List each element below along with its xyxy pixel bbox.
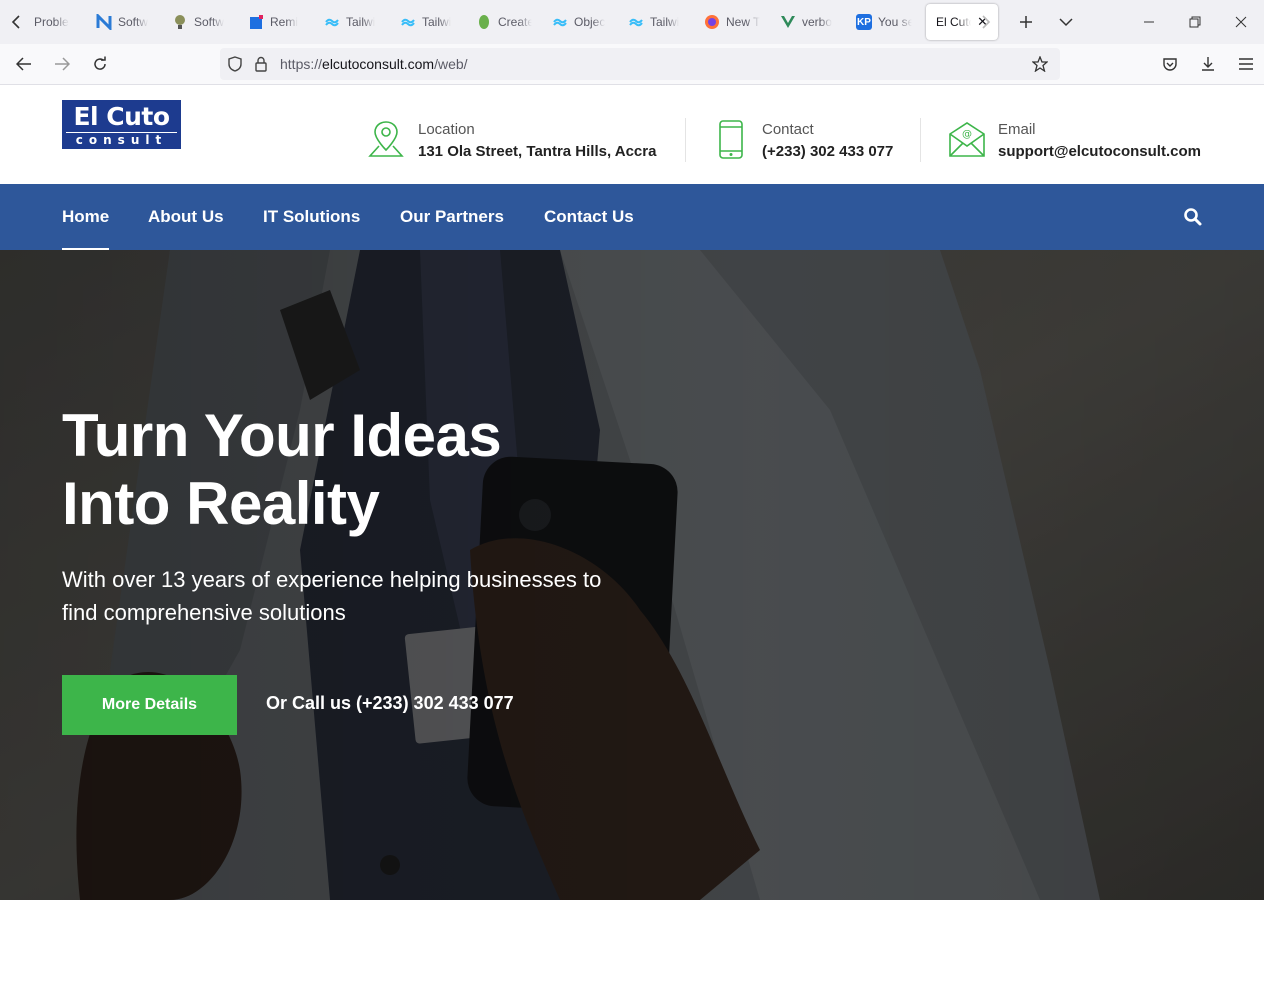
browser-tab[interactable]: Objec — [542, 4, 618, 40]
tab-label: Create — [498, 15, 532, 29]
more-details-button[interactable]: More Details — [62, 675, 237, 735]
hero-section: Turn Your Ideas Into Reality With over 1… — [0, 250, 1264, 900]
tailwind-icon — [400, 14, 416, 30]
email-value[interactable]: support@elcutoconsult.com — [998, 143, 1201, 160]
main-navigation: Home About Us IT Solutions Our Partners … — [0, 184, 1264, 250]
lock-icon[interactable] — [248, 48, 274, 80]
email-info: @ Email support@elcutoconsult.com — [948, 120, 1208, 162]
browser-tab[interactable]: Create — [466, 4, 542, 40]
location-info: Location 131 Ola Street, Tantra Hills, A… — [368, 120, 668, 162]
leaf-icon — [476, 14, 492, 30]
nav-item-contact-us[interactable]: Contact Us — [544, 184, 634, 250]
tab-label: Softw — [118, 15, 149, 29]
location-value: 131 Ola Street, Tantra Hills, Accra — [418, 143, 657, 160]
forward-button[interactable] — [44, 48, 80, 80]
tab-scroll-left-button[interactable] — [0, 0, 32, 44]
email-label: Email — [998, 121, 1036, 138]
reminder-icon — [248, 14, 264, 30]
browser-tab[interactable]: Tailwi — [618, 4, 694, 40]
url-text: https://elcutoconsult.com/web/ — [280, 56, 468, 72]
browser-tab[interactable]: New T — [694, 4, 770, 40]
tab-label: verbo — [802, 15, 833, 29]
tab-label: New T — [726, 15, 760, 29]
browser-tab[interactable]: Softw — [86, 4, 162, 40]
location-label: Location — [418, 121, 475, 138]
browser-toolbar: https://elcutoconsult.com/web/ — [0, 44, 1264, 85]
kp-icon: KP — [856, 14, 872, 30]
hero-title-line: Turn Your Ideas — [62, 402, 502, 469]
tab-label: You se — [878, 15, 912, 29]
hero-subtitle: With over 13 years of experience helping… — [62, 567, 602, 625]
vue-icon — [780, 14, 796, 30]
site-header: El Cuto consult Location 131 Ola Street,… — [0, 85, 1264, 184]
browser-tab[interactable]: Softw — [162, 4, 238, 40]
bookmark-star-icon[interactable] — [1026, 48, 1054, 80]
tab-label: Tailwi — [422, 15, 452, 29]
browser-tab-bar: Proble Softw Softw Remi Tailwi Tailwi Cr… — [0, 0, 1264, 44]
url-prefix: https:// — [280, 56, 323, 72]
app-menu-icon[interactable] — [1228, 48, 1264, 80]
tab-label: Objec — [574, 15, 606, 29]
n-logo-icon — [96, 14, 112, 30]
contact-value: (+233) 302 433 077 — [762, 143, 894, 160]
bulb-icon — [172, 14, 188, 30]
logo-text-top: El Cuto — [73, 102, 170, 131]
tab-scroll-right-button[interactable] — [966, 0, 1006, 44]
email-envelope-icon: @ — [949, 122, 985, 157]
nav-item-about-us[interactable]: About Us — [148, 184, 224, 250]
tab-label: Remi — [270, 15, 299, 29]
location-pin-icon — [368, 121, 404, 157]
browser-tab[interactable]: Proble — [32, 4, 86, 40]
firefox-icon — [704, 14, 720, 30]
search-icon[interactable] — [1183, 207, 1203, 227]
browser-tab[interactable]: Remi — [238, 4, 314, 40]
phone-icon — [719, 120, 743, 159]
downloads-icon[interactable] — [1190, 48, 1226, 80]
nav-item-our-partners[interactable]: Our Partners — [400, 184, 504, 250]
contact-label: Contact — [762, 121, 814, 138]
browser-tab[interactable]: Tailwi — [390, 4, 466, 40]
restore-window-button[interactable] — [1172, 0, 1218, 44]
contact-info: Contact (+233) 302 433 077 — [718, 120, 908, 162]
new-tab-button[interactable] — [1006, 0, 1046, 44]
minimize-window-button[interactable] — [1126, 0, 1172, 44]
header-divider — [920, 118, 921, 162]
tailwind-icon — [552, 14, 568, 30]
tailwind-icon — [628, 14, 644, 30]
back-button[interactable] — [6, 48, 42, 80]
nav-item-it-solutions[interactable]: IT Solutions — [263, 184, 360, 250]
tab-label: Tailwi — [650, 15, 680, 29]
header-divider — [685, 118, 686, 162]
url-path: /web/ — [434, 56, 468, 72]
url-bar[interactable]: https://elcutoconsult.com/web/ — [220, 48, 1060, 80]
tab-label: Tailwi — [346, 15, 376, 29]
tab-label: Proble — [34, 15, 69, 29]
reload-button[interactable] — [82, 48, 118, 80]
browser-tab[interactable]: Tailwi — [314, 4, 390, 40]
pocket-icon[interactable] — [1152, 48, 1188, 80]
browser-tab[interactable]: KP You se — [846, 4, 922, 40]
svg-text:@: @ — [962, 129, 972, 140]
list-tabs-button[interactable] — [1046, 0, 1086, 44]
page-content-below — [0, 900, 1264, 982]
tailwind-icon — [324, 14, 340, 30]
browser-tab[interactable]: verbo — [770, 4, 846, 40]
logo-text-bottom: consult — [66, 132, 177, 147]
hero-title-line: Into Reality — [62, 470, 380, 537]
url-host: elcutoconsult.com — [322, 56, 435, 72]
tab-label: Softw — [194, 15, 225, 29]
nav-item-home[interactable]: Home — [62, 184, 110, 250]
tracking-shield-icon[interactable] — [222, 48, 248, 80]
call-us-text[interactable]: Or Call us (+233) 302 433 077 — [266, 693, 514, 714]
close-window-button[interactable] — [1218, 0, 1264, 44]
site-logo[interactable]: El Cuto consult — [62, 100, 181, 149]
hero-title: Turn Your Ideas Into Reality — [62, 402, 762, 538]
